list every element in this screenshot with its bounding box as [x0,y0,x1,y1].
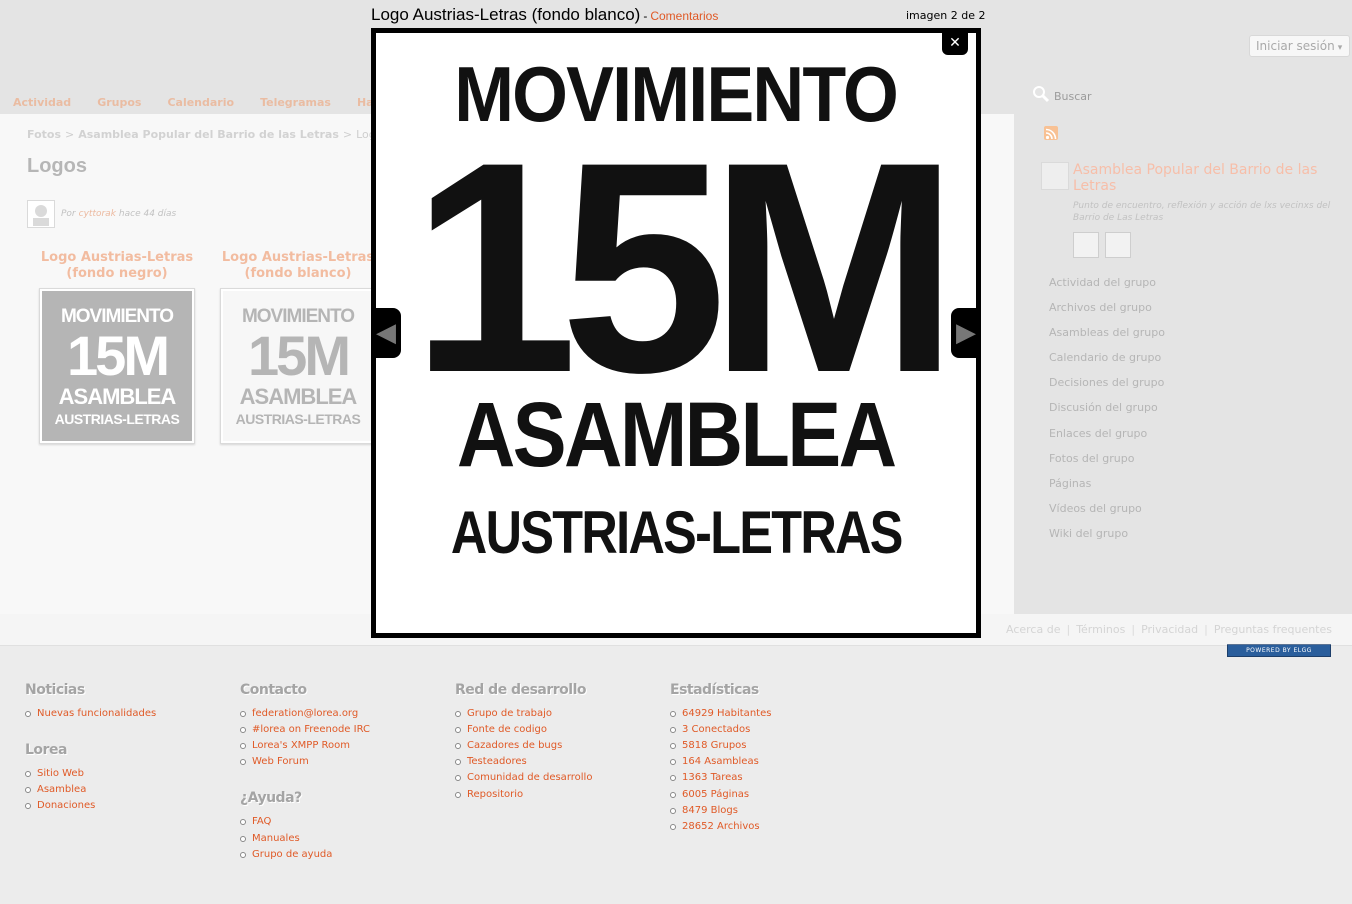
lightbox: MOVIMIENTO 15M ASAMBLEA AUSTRIAS-LETRAS … [371,28,981,638]
next-arrow-icon[interactable]: ▶ [951,308,981,358]
footer-link[interactable]: 3 Conectados [670,722,771,738]
prev-arrow-icon[interactable]: ◀ [371,308,401,358]
lightbox-image: MOVIMIENTO 15M ASAMBLEA AUSTRIAS-LETRAS [392,51,960,621]
footer-link[interactable]: federation@lorea.org [240,706,370,722]
image-text-line: ASAMBLEA [457,384,897,486]
footer-link[interactable]: Comunidad de desarrollo [455,770,592,786]
footer-heading: ¿Ayuda? [240,790,302,807]
footer-heading: Lorea [25,742,67,759]
lightbox-counter: imagen 2 de 2 [906,9,986,22]
lightbox-title: Logo Austrias-Letras (fondo blanco) - Come… [371,5,718,25]
footer-link[interactable]: Lorea's XMPP Room [240,738,370,754]
footer-column: Noticias Nuevas funcionalidades Lorea Si… [25,682,156,834]
footer-link[interactable]: 6005 Páginas [670,786,771,802]
footer-link[interactable]: 5818 Grupos [670,738,771,754]
footer-link[interactable]: 164 Asambleas [670,754,771,770]
footer-link[interactable]: Cazadores de bugs [455,738,592,754]
footer-link[interactable]: 8479 Blogs [670,803,771,819]
footer-link[interactable]: Sitio Web [25,766,156,782]
footer-link[interactable]: Manuales [240,830,370,846]
footer-heading: Estadísticas [670,682,759,698]
footer-link[interactable]: FAQ [240,814,370,830]
footer-link[interactable]: Fonte de codigo [455,722,592,738]
footer-link[interactable]: Web Forum [240,754,370,770]
powered-by-elgg-badge[interactable]: POWERED BY ELGG [1227,644,1331,657]
lightbox-image-title: Logo Austrias-Letras (fondo blanco) [371,5,641,24]
footer-heading: Noticias [25,682,85,698]
footer-column: Red de desarrollo Grupo de trabajo Fonte… [455,682,592,823]
footer-link[interactable]: Donaciones [25,798,156,814]
footer-heading: Contacto [240,682,307,698]
image-text-line: AUSTRIAS-LETRAS [450,499,903,566]
footer-link[interactable]: 64929 Habitantes [670,706,771,722]
footer-link[interactable]: 28652 Archivos [670,819,771,835]
footer-link[interactable]: Nuevas funcionalidades [25,706,156,722]
footer-link[interactable]: Grupo de trabajo [455,706,592,722]
footer-link[interactable]: Repositorio [455,786,592,802]
footer-link[interactable]: #lorea on Freenode IRC [240,722,370,738]
footer-link[interactable]: Asamblea [25,782,156,798]
footer-link[interactable]: 1363 Tareas [670,770,771,786]
footer-link[interactable]: Grupo de ayuda [240,847,370,863]
footer-heading: Red de desarrollo [455,682,587,698]
footer-link[interactable]: Testeadores [455,754,592,770]
image-text-line: 15M [411,99,959,435]
close-icon[interactable]: ✕ [942,33,968,55]
footer-column: Contacto federation@lorea.org #lorea on … [240,682,370,883]
footer-column: Estadísticas 64929 Habitantes 3 Conectad… [670,682,771,855]
lightbox-comments-link[interactable]: Comentarios [650,9,718,23]
lightbox-title-separator: - [643,9,648,23]
